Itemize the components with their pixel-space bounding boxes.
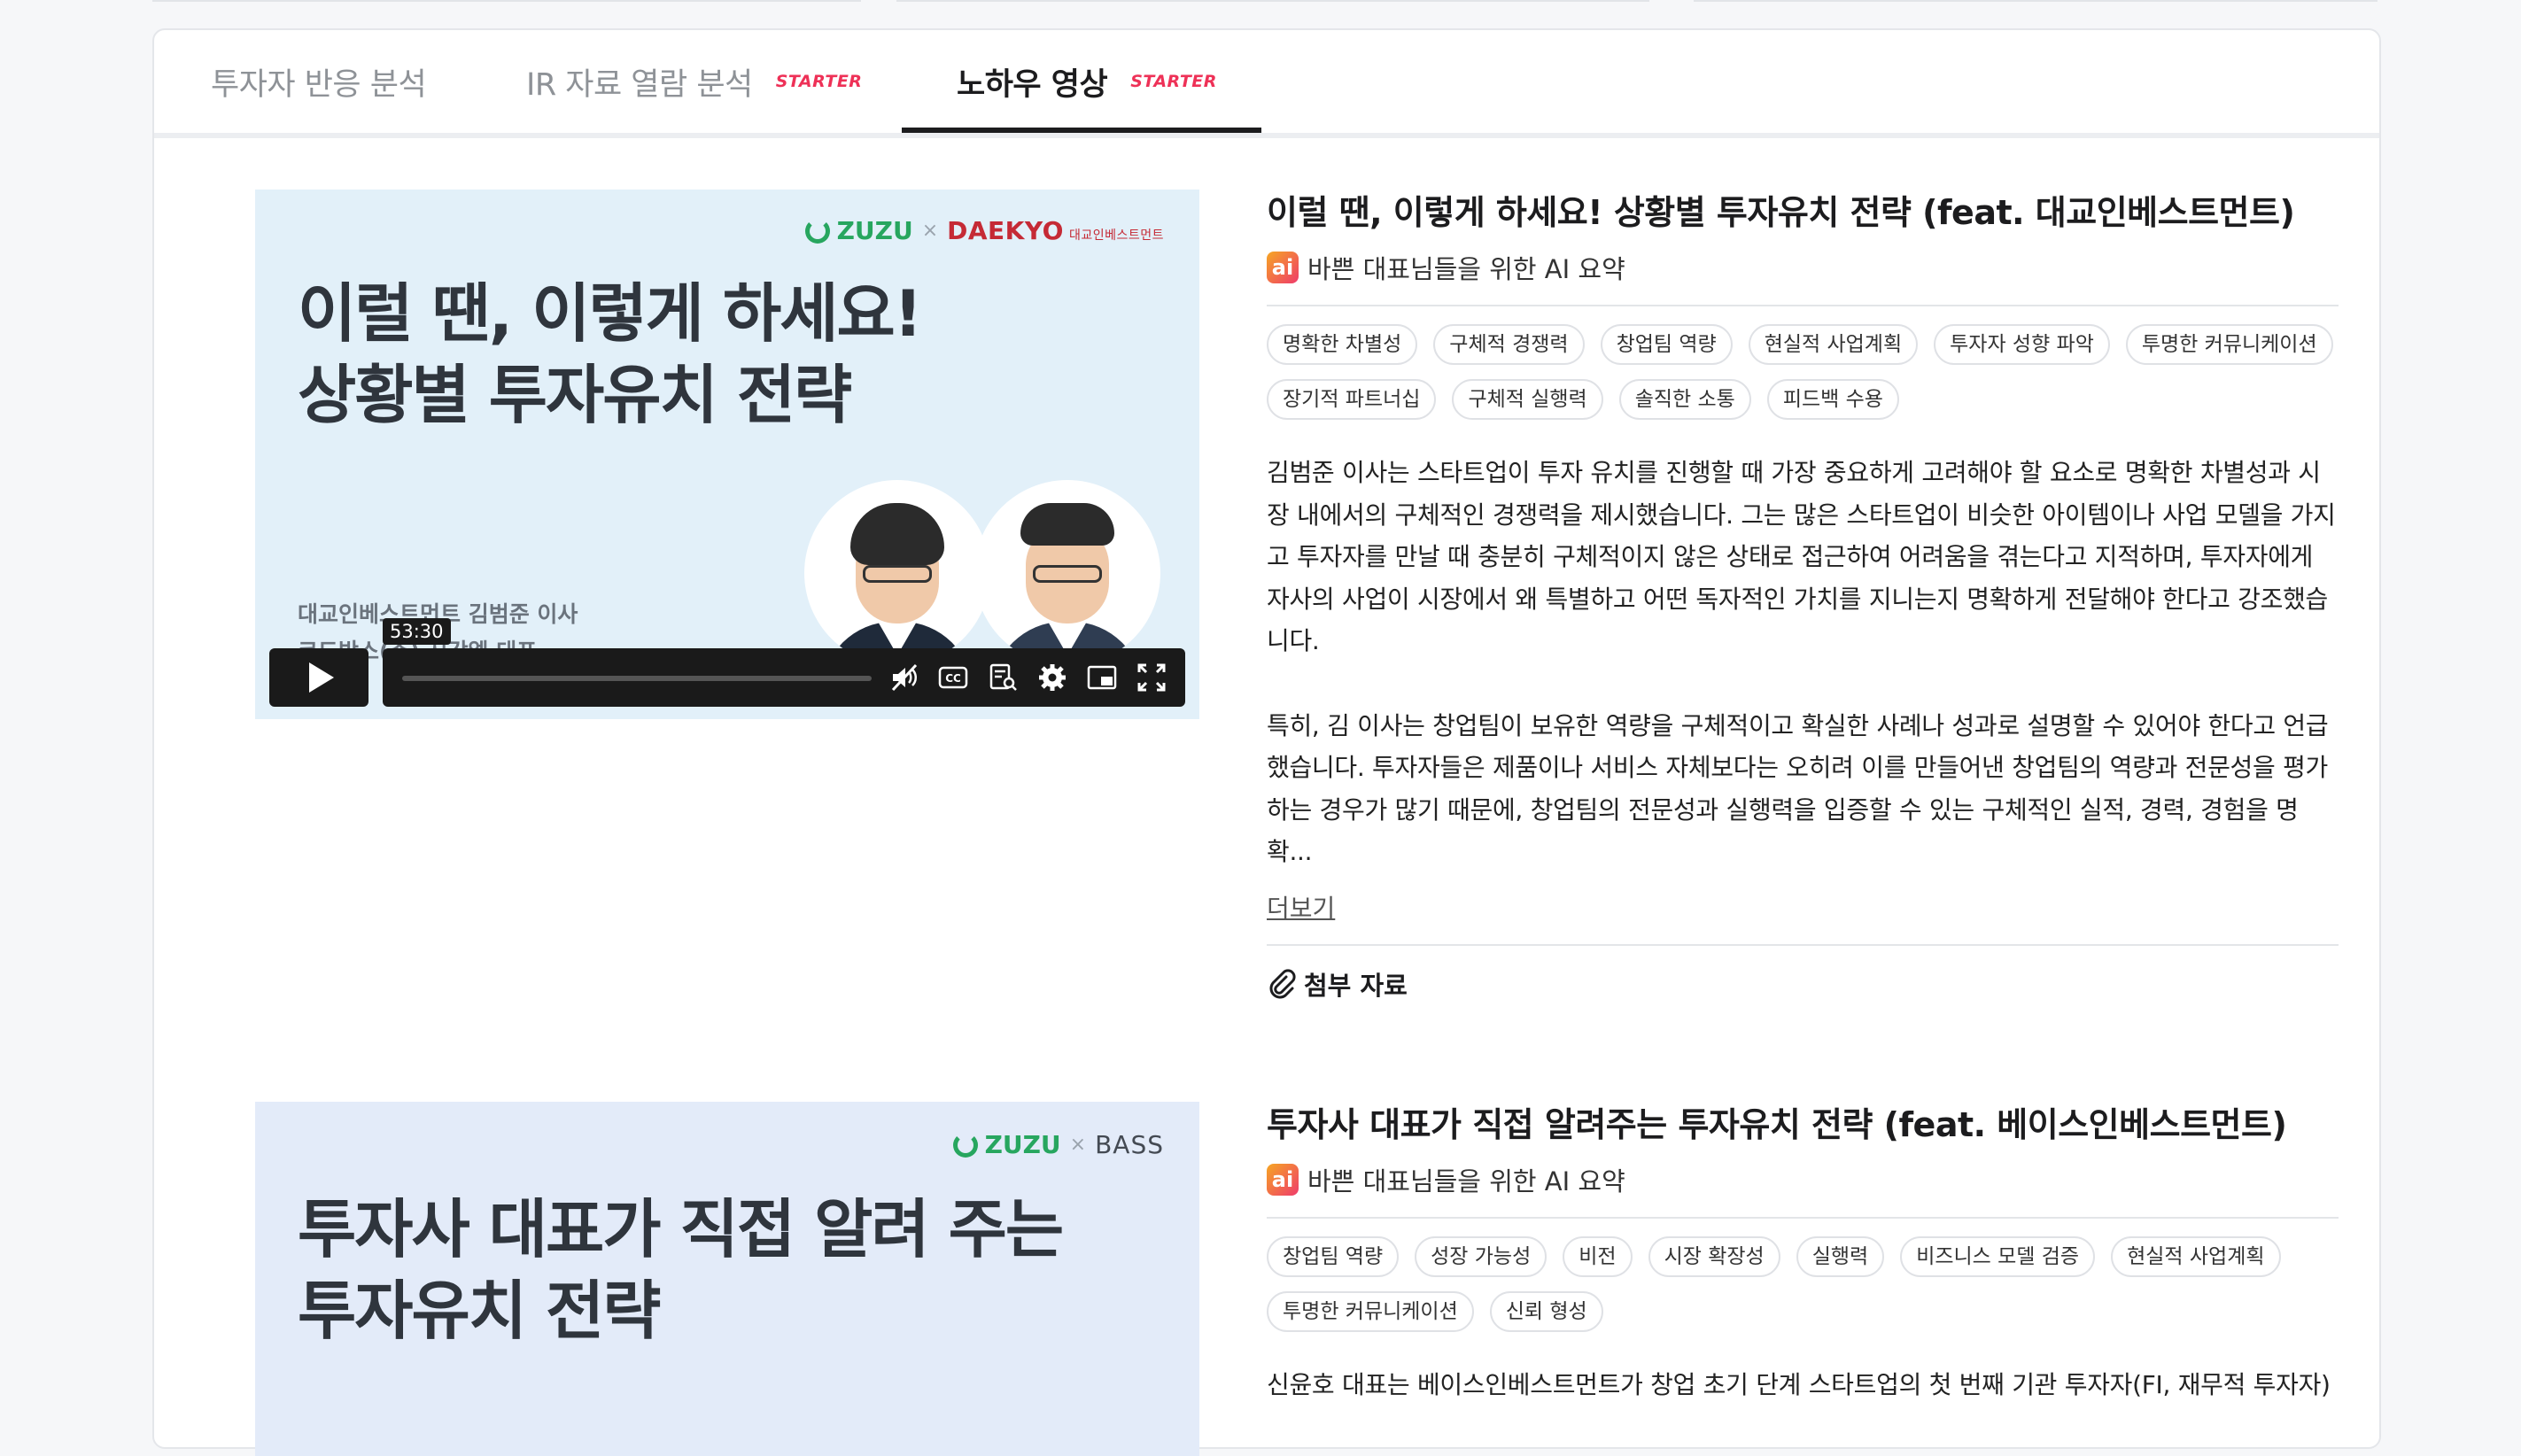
summary-paragraph: 특히, 김 이사는 창업팀이 보유한 역량을 구체적이고 확실한 사례나 성과로… [1267,710,2329,867]
keyword-tag[interactable]: 투명한 커뮤니케이션 [1267,1291,1474,1332]
svg-text:CC: CC [945,672,961,685]
divider [1267,1217,2339,1219]
picture-in-picture-icon[interactable] [1086,662,1118,693]
attachments-button[interactable]: 첨부 자료 [1267,965,2339,1003]
partner-logo: DAEKYO 대교인베스트먼트 [947,216,1164,245]
keyword-tags: 명확한 차별성 구체적 경쟁력 창업팀 역량 현실적 사업계획 투자자 성향 파… [1267,324,2339,420]
thumbnail-title: 투자사 대표가 직접 알려 주는 투자유치 전략 [298,1192,1064,1348]
starter-badge: STARTER [1130,72,1217,91]
tab-label: 노하우 영상 [957,66,1108,103]
keyword-tag[interactable]: 솔직한 소통 [1618,379,1751,420]
zuzu-logo-icon [952,1132,978,1158]
speaker-photo [974,480,1160,666]
keyword-tag[interactable]: 비전 [1563,1236,1633,1277]
video-thumbnail[interactable]: ZUZU × BASS 투자사 대표가 직접 알려 주는 투자유치 전략 [255,1102,1199,1456]
play-button[interactable] [269,648,368,707]
brand-logo: ZUZU × DAEKYO 대교인베스트먼트 [804,216,1164,245]
volume-muted-icon[interactable] [888,662,919,693]
post-title[interactable]: 이럴 땐, 이렇게 하세요! 상황별 투자유치 전략 (feat. 대교인베스트… [1267,190,2339,236]
control-bar: CC [383,648,1185,707]
keyword-tag[interactable]: 투자자 성향 파악 [1934,324,2110,365]
attachments-label: 첨부 자료 [1304,970,1408,1001]
ai-summary-header: ai 바쁜 대표님들을 위한 AI 요약 [1267,1162,2339,1197]
tab-investor-reaction[interactable]: 투자자 반응 분석 [211,30,427,133]
settings-gear-icon[interactable] [1036,662,1068,693]
keyword-tag[interactable]: 창업팀 역량 [1267,1236,1400,1277]
keyword-tag[interactable]: 창업팀 역량 [1600,324,1733,365]
video-player-controls: CC 53:30 [269,618,1185,707]
tab-knowhow-video[interactable]: 노하우 영상 STARTER [957,30,1217,133]
summary-paragraph: 김범준 이사는 스타트업이 투자 유치를 진행할 때 가장 중요하게 고려해야 … [1267,458,2336,655]
paperclip-icon [1269,968,1296,998]
divider [1267,943,2339,946]
closed-caption-icon[interactable]: CC [937,662,969,693]
keyword-tag[interactable]: 구체적 실행력 [1452,379,1603,420]
tab-bar: 투자자 반응 분석 IR 자료 열람 분석 STARTER 노하우 영상 STA… [154,30,2379,138]
ai-summary-text: 김범준 이사는 스타트업이 투자 유치를 진행할 때 가장 중요하게 고려해야 … [1267,452,2339,873]
progress-bar[interactable] [402,676,872,681]
partner-logo: BASS [1095,1130,1164,1159]
post-info: 이럴 땐, 이렇게 하세요! 상황별 투자유치 전략 (feat. 대교인베스트… [1267,190,2339,1003]
starter-badge: STARTER [775,72,863,91]
keyword-tag[interactable]: 구체적 경쟁력 [1433,324,1585,365]
speaker-photo [804,480,990,666]
keyword-tag[interactable]: 투명한 커뮤니케이션 [2125,324,2333,365]
keyword-tag[interactable]: 비즈니스 모델 검증 [1900,1236,2096,1277]
keyword-tag[interactable]: 장기적 파트너십 [1267,379,1437,420]
active-tab-indicator [902,128,1261,133]
content-panel: 투자자 반응 분석 IR 자료 열람 분석 STARTER 노하우 영상 STA… [152,28,2381,1456]
tab-ir-view-analysis[interactable]: IR 자료 열람 분석 STARTER [526,30,862,133]
ai-icon: ai [1267,1164,1299,1196]
transcript-search-icon[interactable] [987,662,1019,693]
ai-summary-label: 바쁜 대표님들을 위한 AI 요약 [1307,1166,1625,1197]
ai-icon: ai [1267,252,1299,283]
keyword-tag[interactable]: 명확한 차별성 [1267,324,1418,365]
tab-label: 투자자 반응 분석 [211,66,427,103]
post-info: 투자사 대표가 직접 알려주는 투자유치 전략 (feat. 베이스인베스트먼트… [1267,1102,2339,1406]
keyword-tag[interactable]: 현실적 사업계획 [2111,1236,2281,1277]
keyword-tags: 창업팀 역량 성장 가능성 비전 시장 확장성 실행력 비즈니스 모델 검증 현… [1267,1236,2339,1332]
keyword-tag[interactable]: 시장 확장성 [1648,1236,1780,1277]
divider [1267,305,2339,306]
fullscreen-icon[interactable] [1136,662,1167,693]
zuzu-logo-icon [804,218,830,244]
previous-section-edge [152,0,2377,2]
thumbnail-title: 이럴 땐, 이렇게 하세요! 상황별 투자유치 전략 [298,276,923,432]
play-icon [309,662,334,693]
read-more-link[interactable]: 더보기 [1267,889,1335,925]
keyword-tag[interactable]: 성장 가능성 [1415,1236,1548,1277]
post-title[interactable]: 투자사 대표가 직접 알려주는 투자유치 전략 (feat. 베이스인베스트먼트… [1267,1102,2339,1148]
video-thumbnail[interactable]: ZUZU × DAEKYO 대교인베스트먼트 이럴 땐, 이렇게 하세요! 상황별… [255,190,1199,719]
keyword-tag[interactable]: 피드백 수용 [1766,379,1899,420]
ai-summary-header: ai 바쁜 대표님들을 위한 AI 요약 [1267,250,2339,285]
keyword-tag[interactable]: 현실적 사업계획 [1748,324,1919,365]
brand-logo: ZUZU × BASS [952,1130,1164,1159]
keyword-tag[interactable]: 실행력 [1796,1236,1885,1277]
ai-summary-label: 바쁜 대표님들을 위한 AI 요약 [1307,254,1625,284]
keyword-tag[interactable]: 신뢰 형성 [1489,1291,1603,1332]
duration-tooltip: 53:30 [383,618,451,645]
tab-label: IR 자료 열람 분석 [526,66,753,103]
